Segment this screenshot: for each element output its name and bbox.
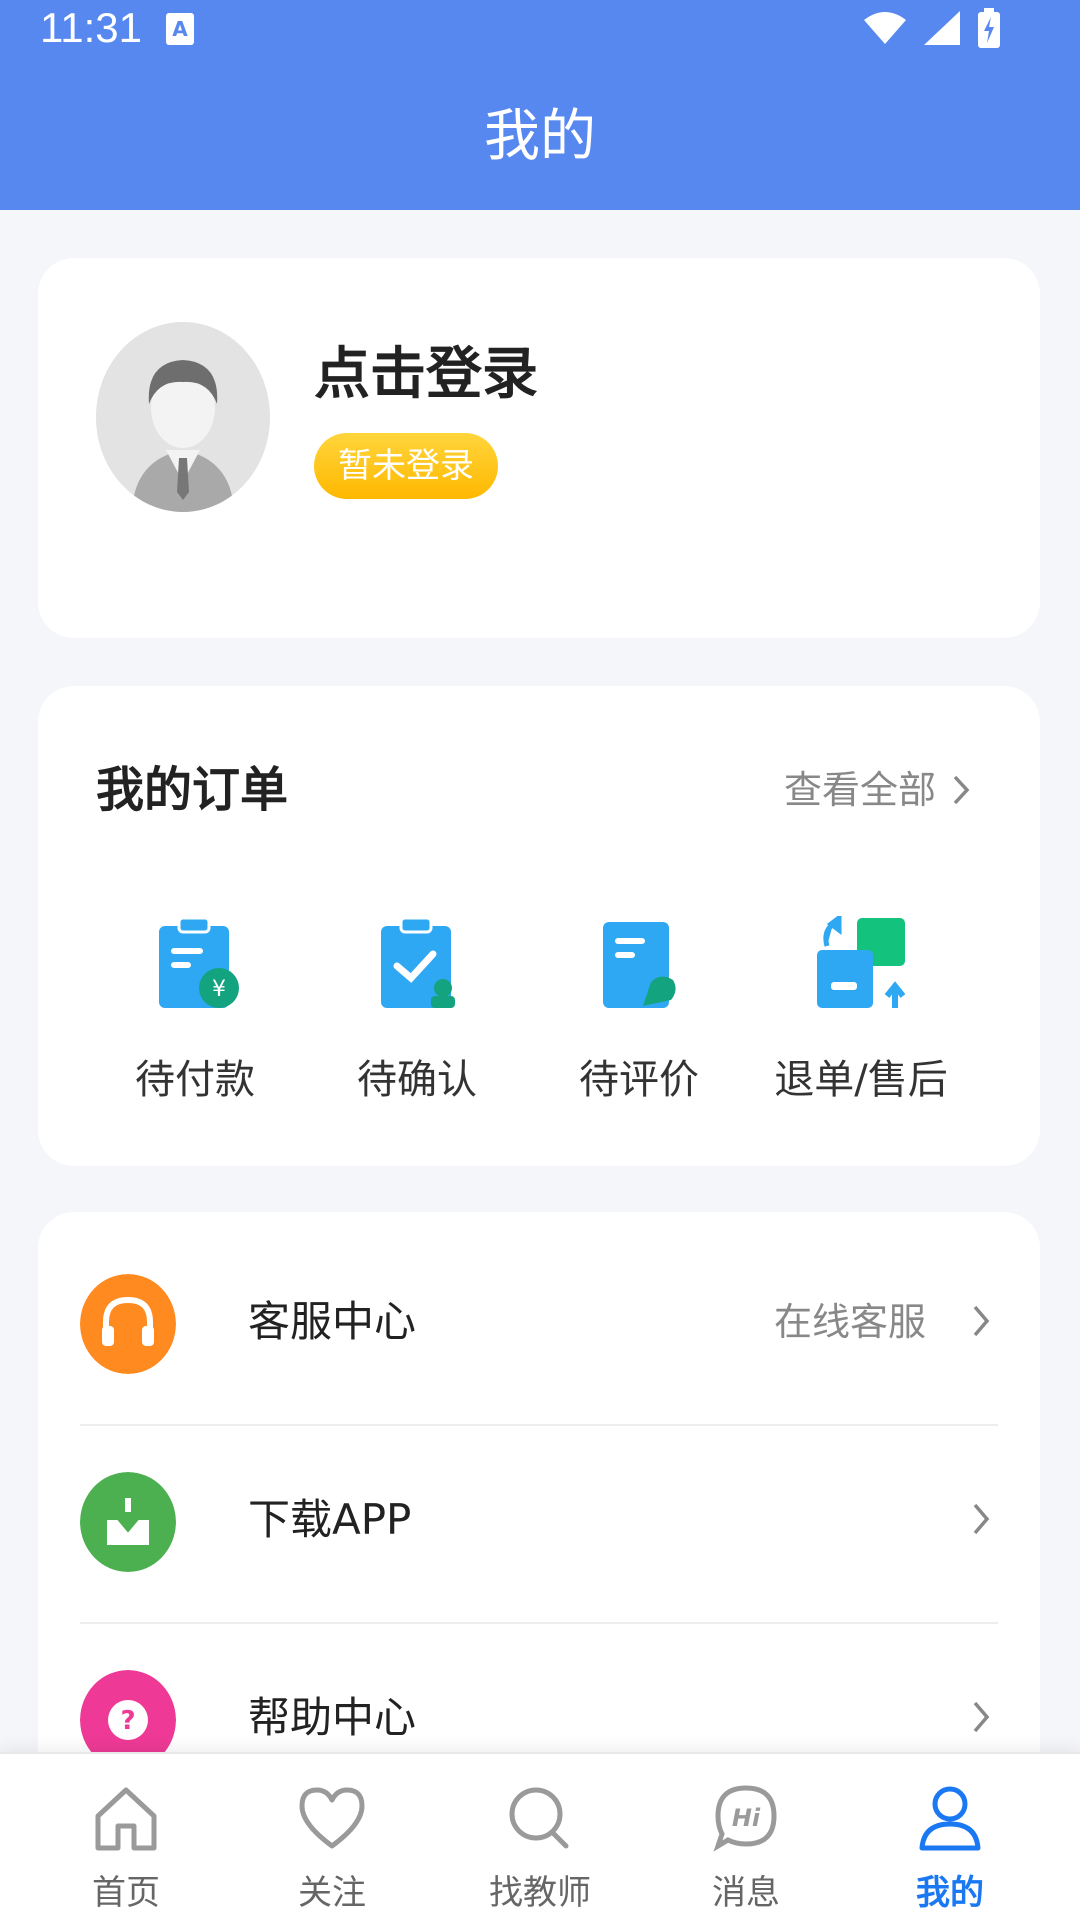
view-all-orders-link[interactable]: 查看全部: [784, 764, 970, 816]
headset-icon: [80, 1274, 176, 1374]
login-status-badge: 暂未登录: [314, 433, 498, 499]
nav-item-find-teacher[interactable]: 找教师: [432, 1754, 648, 1920]
chevron-right-icon: [973, 1305, 990, 1337]
battery-icon: [978, 8, 1000, 48]
avatar[interactable]: [96, 322, 270, 512]
svg-text:?: ?: [120, 1706, 135, 1736]
nav-item-profile[interactable]: 我的: [842, 1754, 1058, 1920]
search-icon: [509, 1787, 569, 1849]
nav-label-home: 首页: [92, 1873, 160, 1913]
refund-aftersale-icon: [817, 916, 906, 1008]
nav-label-profile: 我的: [916, 1873, 984, 1913]
pending-review-icon: [603, 922, 676, 1008]
nav-label-find-teacher: 找教师: [489, 1873, 591, 1913]
home-icon: [95, 1787, 157, 1851]
svg-text:¥: ¥: [212, 977, 226, 1002]
pending-payment-icon: ¥: [159, 916, 239, 1008]
pending-confirm-icon: [381, 916, 455, 1008]
nav-item-home[interactable]: 首页: [18, 1754, 234, 1920]
download-icon: [80, 1472, 176, 1572]
orders-card: 我的订单 查看全部 ¥ 待付款 待确认 待评价 退单/售后: [38, 686, 1040, 1166]
status-icons: [862, 8, 1002, 48]
profile-icon: [919, 1786, 981, 1851]
order-pending-review-label: 待评价: [579, 1057, 699, 1103]
menu-item-customer-service[interactable]: 客服中心 在线客服: [80, 1212, 998, 1410]
menu-label-customer-service: 客服中心: [248, 1297, 417, 1346]
order-pending-payment-label: 待付款: [135, 1057, 255, 1103]
app-header: 11:31 A 我的: [0, 0, 1080, 210]
order-pending-confirm[interactable]: 待确认: [322, 916, 512, 1116]
status-time: 11:31: [40, 4, 142, 51]
menu-label-help-center: 帮助中心: [248, 1693, 417, 1742]
status-bar: 11:31 A: [0, 0, 1080, 60]
order-pending-payment[interactable]: ¥ 待付款: [100, 916, 290, 1116]
page-title: 我的: [484, 104, 596, 167]
order-refund-aftersale[interactable]: 退单/售后: [766, 916, 956, 1116]
order-pending-confirm-label: 待确认: [357, 1057, 477, 1103]
nav-label-follow: 关注: [298, 1873, 366, 1913]
heart-icon: [299, 1787, 365, 1849]
order-refund-aftersale-label: 退单/售后: [774, 1057, 948, 1103]
svg-text:Hi: Hi: [732, 1804, 761, 1832]
wifi-icon: [864, 12, 906, 44]
bottom-nav: 首页 关注 找教师 Hi 消息 我的: [0, 1752, 1080, 1920]
orders-title: 我的订单: [96, 762, 289, 818]
menu-item-download-app[interactable]: 下载APP: [80, 1410, 998, 1608]
profile-card[interactable]: 点击登录 暂未登录: [38, 258, 1040, 638]
notification-icon: A: [166, 13, 194, 45]
chevron-right-icon: [973, 1503, 990, 1535]
login-link[interactable]: 点击登录: [314, 340, 538, 410]
nav-label-messages: 消息: [712, 1873, 780, 1913]
nav-item-messages[interactable]: Hi 消息: [638, 1754, 854, 1920]
order-pending-review[interactable]: 待评价: [544, 916, 734, 1116]
menu-label-download-app: 下载APP: [248, 1495, 412, 1544]
chevron-right-icon: [973, 1701, 990, 1733]
online-service-label: 在线客服: [773, 1300, 926, 1344]
chevron-right-icon: [953, 775, 970, 805]
nav-item-follow[interactable]: 关注: [224, 1754, 440, 1920]
default-avatar-icon: [96, 322, 270, 512]
signal-icon: [924, 11, 960, 45]
message-hi-icon: Hi: [713, 1785, 777, 1852]
view-all-label: 查看全部: [783, 768, 936, 812]
